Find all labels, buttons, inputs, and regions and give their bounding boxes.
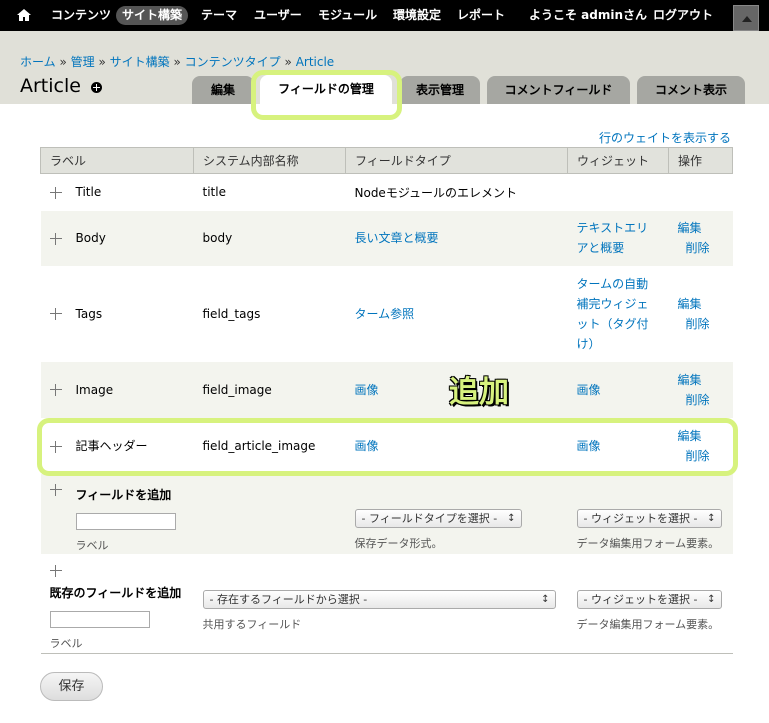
row-operations: 編集削除 [668,210,733,266]
header-widget: ウィジェット [567,147,669,174]
row-label-cell: Image [40,361,194,418]
tab-edit[interactable]: 編集 [192,76,254,104]
breadcrumb-separator: » [173,55,181,69]
widget-link[interactable]: タームの自動補完ウィジェット（タグ付け） [577,277,649,351]
delete-link[interactable]: 削除 [686,314,710,334]
row-label-cell: Body [40,210,194,266]
field-type-link[interactable]: 長い文章と概要 [355,231,439,245]
breadcrumb: ホーム » 管理 » サイト構築 » コンテンツタイプ » Article [20,53,334,70]
add-shortcut-icon[interactable] [91,82,102,93]
drag-handle-icon[interactable] [49,565,62,577]
field-type-link[interactable]: ターム参照 [355,307,415,321]
toolbar-content[interactable]: コンテンツ [51,8,111,23]
new-field-label-input[interactable] [75,512,176,530]
edit-link[interactable]: 編集 [678,370,702,390]
toolbar-welcome[interactable]: ようこそ adminさん [529,8,647,23]
row-operations [668,173,733,211]
row-machine-name: field_image [193,361,346,418]
breadcrumb-home[interactable]: ホーム [20,55,56,69]
drag-handle-icon[interactable] [49,308,62,320]
tab-manage-display[interactable]: 表示管理 [400,76,480,104]
save-button[interactable]: 保存 [40,672,103,701]
add-new-field-row: フィールドを追加 ラベル - フィールドタイプを選択 - 保存データ形式。 - … [40,473,733,554]
delete-link[interactable]: 削除 [686,390,710,410]
breadcrumb-content-types[interactable]: コンテンツタイプ [185,55,281,69]
widget-link[interactable]: 画像 [577,383,601,397]
drag-handle-icon[interactable] [49,186,62,199]
existing-field-label-desc: ラベル [49,636,83,650]
toolbar-appearance[interactable]: テーマ [201,8,237,23]
row-highlight [37,418,738,476]
existing-field-label-input[interactable] [49,610,150,628]
breadcrumb-structure[interactable]: サイト構築 [110,55,170,69]
row-machine-name: title [193,173,346,211]
field-type-select[interactable]: - フィールドタイプを選択 - [354,508,522,528]
add-new-field-title: フィールドを追加 [75,487,172,502]
breadcrumb-admin[interactable]: 管理 [71,55,95,69]
row-label: Tags [75,306,103,321]
table-row: Tags field_tags ターム参照 タームの自動補完ウィジェット（タグ付… [40,265,733,362]
edit-link[interactable]: 編集 [678,294,702,314]
add-new-label-cell: フィールドを追加 ラベル [40,473,194,554]
drag-handle-icon[interactable] [49,384,62,396]
row-widget [567,173,669,211]
toolbar-logout[interactable]: ログアウト [653,8,713,23]
toolbar-config[interactable]: 環境設定 [393,8,441,23]
new-widget-select[interactable]: - ウィジェットを選択 - [576,508,722,528]
toolbar-people[interactable]: ユーザー [254,8,302,23]
toolbar-reports[interactable]: レポート [457,8,505,23]
row-operations: 編集削除 [668,361,733,418]
fields-table: ラベル システム内部名称 フィールドタイプ ウィジェット 操作 Title ti… [40,147,733,654]
shortcut-toggle-button[interactable] [733,5,759,31]
header-machine-name: システム内部名称 [193,147,346,174]
drag-handle-icon[interactable] [49,483,62,496]
row-machine-name: body [193,210,346,266]
breadcrumb-separator: » [284,55,292,69]
tab-highlight [251,70,402,120]
delete-link[interactable]: 削除 [686,238,710,258]
field-type-link[interactable]: 画像 [355,383,379,397]
admin-toolbar: コンテンツ サイト構築 テーマ ユーザー モジュール 環境設定 レポート ようこ… [0,0,769,31]
add-existing-field-row: 既存のフィールドを追加 ラベル - 存在するフィールドから選択 - 共用するフィ… [40,553,733,654]
existing-field-select[interactable]: - 存在するフィールドから選択 - [202,589,556,609]
row-field-type: Nodeモジュールのエレメント [345,173,568,211]
existing-field-desc: 共用するフィールド [202,617,302,631]
header-label: ラベル [40,147,194,174]
new-widget-desc: データ編集用フォーム要素。 [576,536,720,550]
page-title: Article [20,75,81,97]
breadcrumb-separator: » [59,55,67,69]
existing-widget-select[interactable]: - ウィジェットを選択 - [576,589,722,609]
row-label: Body [75,231,106,245]
breadcrumb-article[interactable]: Article [296,55,335,69]
add-existing-label-cell: 既存のフィールドを追加 ラベル [40,553,194,654]
row-operations: 編集削除 [668,265,733,362]
row-label-cell: Title [40,173,194,211]
row-machine-name: field_tags [193,265,346,362]
tab-comment-display[interactable]: コメント表示 [637,76,745,104]
show-row-weights-link[interactable]: 行のウェイトを表示する [599,129,731,146]
edit-link[interactable]: 編集 [678,218,702,238]
row-label-cell: Tags [40,265,194,362]
new-field-label-desc: ラベル [75,538,109,552]
row-label: Image [75,382,114,397]
add-existing-field-title: 既存のフィールドを追加 [49,585,182,600]
table-row: Image field_image 画像 画像 編集削除 [40,361,733,418]
existing-widget-desc: データ編集用フォーム要素。 [576,617,720,631]
table-row: Body body 長い文章と概要 テキストエリアと概要 編集削除 [40,210,733,266]
table-row: Title title Nodeモジュールのエレメント [40,173,733,211]
tab-comment-fields[interactable]: コメントフィールド [487,76,630,104]
toolbar-structure[interactable]: サイト構築 [116,6,189,25]
widget-link[interactable]: テキストエリアと概要 [577,221,649,255]
table-header-row: ラベル システム内部名称 フィールドタイプ ウィジェット 操作 [40,147,733,174]
annotation-label: 追加 [449,375,509,410]
toolbar-modules[interactable]: モジュール [318,8,377,23]
row-label: Title [75,185,102,200]
breadcrumb-separator: » [98,55,106,69]
header-operations: 操作 [668,147,733,174]
drag-handle-icon[interactable] [49,232,62,245]
field-type-desc: 保存データ形式。 [354,536,443,550]
header-field-type: フィールドタイプ [345,147,568,174]
home-icon[interactable] [16,7,32,23]
